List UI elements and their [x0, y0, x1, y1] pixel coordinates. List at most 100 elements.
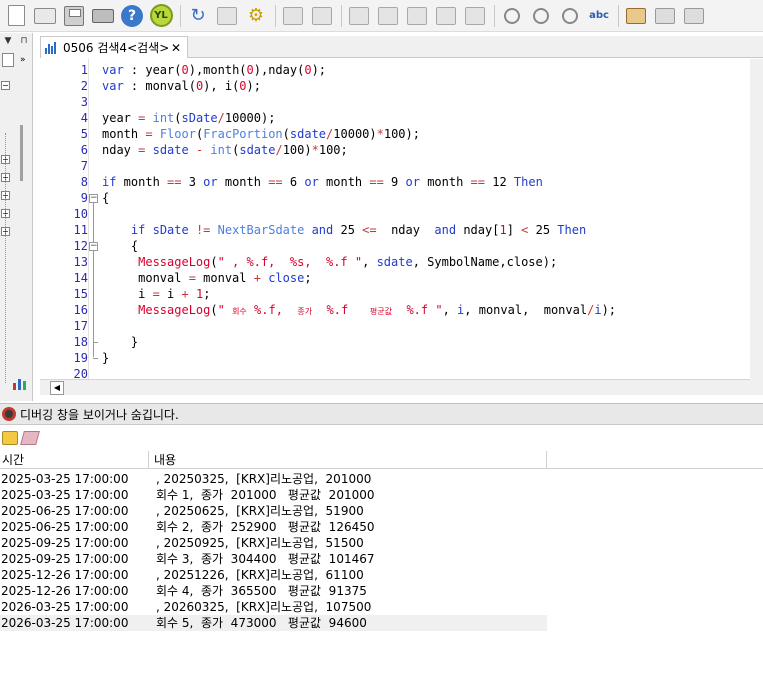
column-header-time[interactable]: 시간: [0, 451, 24, 469]
spellcheck-icon[interactable]: [215, 4, 239, 28]
pin-icon[interactable]: ⊓: [20, 36, 27, 46]
tab-label: 0506 검색4<검색>: [63, 41, 170, 55]
tab-0506-search4[interactable]: 0506 검색4<검색> ✕: [40, 36, 188, 58]
code-text[interactable]: i = i + 1;: [102, 286, 210, 302]
abc-icon[interactable]: abc: [587, 4, 611, 28]
book-prev-icon[interactable]: [653, 4, 677, 28]
code-editor[interactable]: 1 var : year(0),month(0),nday(0); 2 var : m…: [40, 59, 750, 379]
log-time: 2026-03-25 17:00:00: [1, 616, 129, 630]
log-row[interactable]: 2026-03-25 17:00:00 회수 5, 종가 473000 평균값 9…: [0, 615, 547, 631]
code-text[interactable]: {: [102, 238, 138, 254]
line-number: 15: [73, 287, 88, 301]
code-line[interactable]: 4 year = int(sDate/10000);: [40, 110, 750, 126]
code-line[interactable]: 3: [40, 94, 750, 110]
code-line[interactable]: 13 MessageLog(" , %.f, %s, %.f ", sdate,…: [40, 254, 750, 270]
editor-horizontal-scrollbar[interactable]: ◀: [40, 379, 750, 395]
log-row[interactable]: 2026-03-25 17:00:00 , 20260325, [KRX]리노공업…: [0, 599, 547, 615]
code-text[interactable]: nday = sdate - int(sdate/100)*100;: [102, 142, 348, 158]
code-line[interactable]: 15 i = i + 1;: [40, 286, 750, 302]
code-line[interactable]: 18 }: [40, 334, 750, 350]
document-icon[interactable]: [2, 53, 14, 67]
code-text[interactable]: var : year(0),month(0),nday(0);: [102, 62, 326, 78]
log-row[interactable]: 2025-09-25 17:00:00 회수 3, 종가 304400 평균값 1…: [0, 551, 547, 567]
book-next-icon[interactable]: [682, 4, 706, 28]
log-row[interactable]: 2025-06-25 17:00:00 , 20250625, [KRX]리노공업…: [0, 503, 547, 519]
scroll-left-icon[interactable]: ◀: [50, 381, 64, 395]
log-row[interactable]: 2025-03-25 17:00:00 , 20250325, [KRX]리노공업…: [0, 471, 547, 487]
line-number: 7: [80, 159, 88, 173]
code-line[interactable]: 5 month = Floor(FracPortion(sdate/10000)*…: [40, 126, 750, 142]
find-icon[interactable]: [500, 4, 524, 28]
close-icon[interactable]: ✕: [171, 41, 181, 55]
refresh-icon[interactable]: ↻: [186, 4, 210, 28]
code-line[interactable]: 19}: [40, 350, 750, 366]
code-text[interactable]: month = Floor(FracPortion(sdate/10000)*1…: [102, 126, 420, 142]
code-line[interactable]: 9{: [40, 190, 750, 206]
code-line[interactable]: 12 {: [40, 238, 750, 254]
log-message: , 20251226, [KRX]리노공업, 61100: [156, 568, 364, 582]
fold-collapse-icon[interactable]: −: [89, 194, 98, 203]
code-text[interactable]: year = int(sDate/10000);: [102, 110, 275, 126]
new-document-icon[interactable]: [4, 4, 28, 28]
column-header-message[interactable]: 내용: [152, 451, 176, 469]
toolbar-separator: [494, 4, 495, 27]
code-line[interactable]: 8 if month == 3 or month == 6 or month ==…: [40, 174, 750, 190]
tree-collapse-icon[interactable]: −: [1, 81, 10, 90]
cut-icon[interactable]: [347, 4, 371, 28]
log-time: 2025-12-26 17:00:00: [1, 584, 129, 598]
code-text[interactable]: {: [102, 190, 109, 206]
chart-icon[interactable]: [12, 375, 28, 391]
grid-edit-icon[interactable]: [310, 4, 334, 28]
left-panel: ▼ ⊓ » − + + + + +: [0, 33, 33, 401]
save-icon[interactable]: [62, 4, 86, 28]
line-number: 4: [80, 111, 88, 125]
code-line[interactable]: 7: [40, 158, 750, 174]
code-line[interactable]: 10: [40, 206, 750, 222]
copy-icon[interactable]: [405, 4, 429, 28]
column-divider[interactable]: [546, 451, 547, 469]
window-icon[interactable]: [463, 4, 487, 28]
replace-icon[interactable]: [558, 4, 582, 28]
code-line[interactable]: 2 var : monval(0), i(0);: [40, 78, 750, 94]
open-folder-icon[interactable]: [33, 4, 57, 28]
code-text[interactable]: if sDate != NextBarSdate and 25 <= nday …: [102, 222, 586, 238]
column-divider[interactable]: [148, 451, 149, 469]
open-log-icon[interactable]: [2, 431, 18, 445]
code-line[interactable]: 16 MessageLog(" 회수 %.f, 종가 %.f 평균값 %.f "…: [40, 302, 750, 318]
code-text[interactable]: }: [102, 334, 138, 350]
code-line[interactable]: 20: [40, 366, 750, 379]
gear-icon[interactable]: ⚙: [244, 4, 268, 28]
editor-vertical-scrollbar[interactable]: [750, 59, 763, 395]
log-row[interactable]: 2025-12-26 17:00:00 회수 4, 종가 365500 평균값 9…: [0, 583, 547, 599]
book-icon[interactable]: [624, 4, 648, 28]
left-panel-scrollbar[interactable]: [20, 125, 23, 181]
code-text[interactable]: var : monval(0), i(0);: [102, 78, 261, 94]
log-row[interactable]: 2025-09-25 17:00:00 , 20250925, [KRX]리노공업…: [0, 535, 547, 551]
code-text[interactable]: MessageLog(" , %.f, %s, %.f ", sdate, Sy…: [102, 254, 557, 270]
dropdown-arrow-icon[interactable]: ▼: [5, 36, 12, 46]
bug-icon: [2, 407, 16, 421]
debug-panel-header[interactable]: 디버깅 창을 보이거나 숨깁니다.: [0, 403, 763, 425]
log-row[interactable]: 2025-06-25 17:00:00 회수 2, 종가 252900 평균값 1…: [0, 519, 547, 535]
eraser-icon[interactable]: [20, 431, 40, 445]
code-text[interactable]: monval = monval + close;: [102, 270, 311, 286]
code-line[interactable]: 11 if sDate != NextBarSdate and 25 <= nd…: [40, 222, 750, 238]
chevron-right-icon[interactable]: »: [20, 55, 26, 65]
code-line[interactable]: 1 var : year(0),month(0),nday(0);: [40, 62, 750, 78]
code-line[interactable]: 14 monval = monval + close;: [40, 270, 750, 286]
help-icon[interactable]: ?: [120, 4, 144, 28]
paste-icon[interactable]: [376, 4, 400, 28]
code-text[interactable]: if month == 3 or month == 6 or month == …: [102, 174, 543, 190]
code-line[interactable]: 17: [40, 318, 750, 334]
print-icon[interactable]: [91, 4, 115, 28]
line-number: 9: [80, 191, 88, 205]
find-next-icon[interactable]: [529, 4, 553, 28]
code-text[interactable]: }: [102, 350, 109, 366]
log-row[interactable]: 2025-12-26 17:00:00 , 20251226, [KRX]리노공업…: [0, 567, 547, 583]
delete-icon[interactable]: [434, 4, 458, 28]
fold-collapse-icon[interactable]: −: [89, 242, 98, 251]
log-row[interactable]: 2025-03-25 17:00:00 회수 1, 종가 201000 평균값 2…: [0, 487, 547, 503]
code-line[interactable]: 6 nday = sdate - int(sdate/100)*100;: [40, 142, 750, 158]
yl-icon[interactable]: YL: [149, 4, 173, 28]
grid-icon[interactable]: [281, 4, 305, 28]
